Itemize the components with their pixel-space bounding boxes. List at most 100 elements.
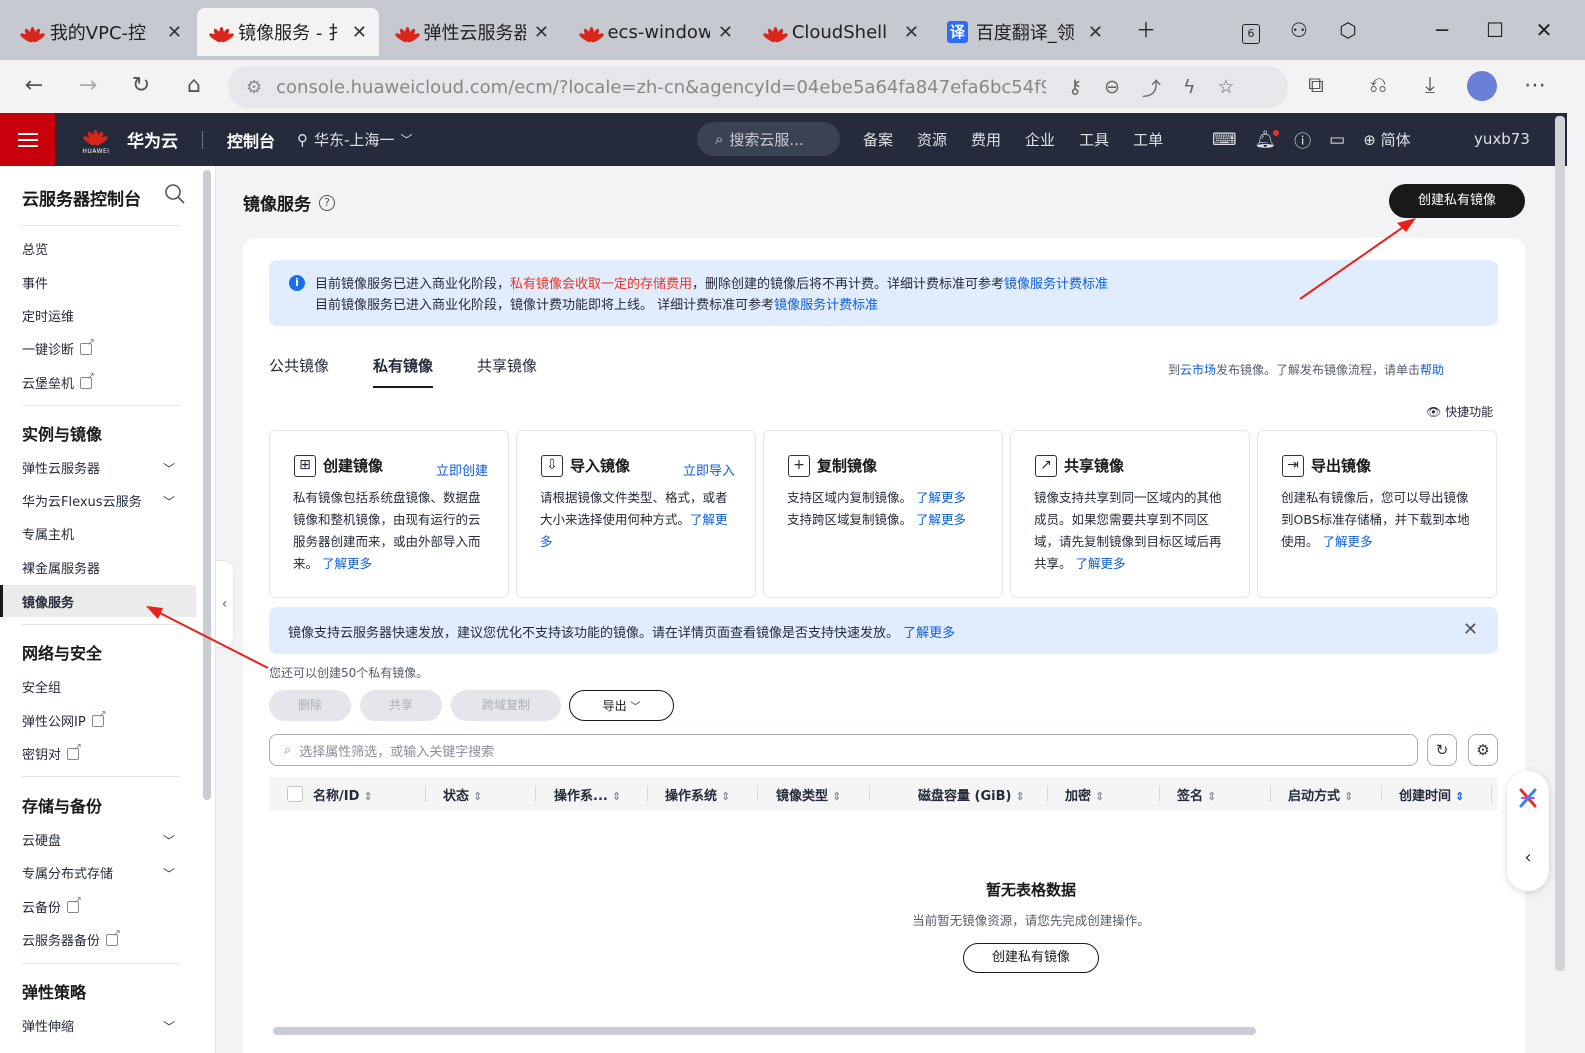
tab-shared-images[interactable]: 共享镜像 — [477, 355, 537, 388]
address-bar[interactable]: ⚙ console.huaweicloud.com/ecm/?locale=zh… — [228, 66, 1288, 108]
sort-icon[interactable]: ⇕ — [1207, 790, 1216, 803]
site-info-icon[interactable]: ⚙ — [246, 77, 262, 98]
column-header[interactable]: 操作系... ⇕ — [554, 785, 621, 804]
sort-icon[interactable]: ⇕ — [612, 790, 621, 803]
lightning-icon[interactable]: ϟ — [1183, 76, 1196, 98]
column-header[interactable]: 状态 ⇕ — [443, 785, 482, 804]
nav-item-beian[interactable]: 备案 — [863, 129, 893, 150]
tab-counter-icon[interactable]: 6 — [1233, 12, 1269, 48]
new-tab-plus-icon[interactable]: ＋ — [1128, 12, 1164, 48]
billing-standard-link[interactable]: 镜像服务计费标准 — [1004, 277, 1108, 292]
sort-icon[interactable]: ⇕ — [363, 790, 372, 803]
column-header[interactable]: 镜像类型 ⇕ — [776, 785, 841, 804]
home-icon[interactable]: ⌂ — [176, 68, 212, 104]
profile-avatar[interactable] — [1464, 68, 1500, 104]
tab-public-images[interactable]: 公共镜像 — [269, 355, 329, 388]
sidebar-item-events[interactable]: 事件 — [22, 273, 48, 292]
select-all-checkbox[interactable] — [287, 786, 303, 802]
help-link[interactable]: 帮助 — [1420, 363, 1444, 377]
column-header[interactable]: 签名 ⇕ — [1177, 785, 1216, 804]
settings-gear-icon[interactable]: ⚙ — [1468, 734, 1498, 766]
sidebar-item-ecs[interactable]: 弹性云服务器 — [22, 458, 100, 477]
close-icon[interactable]: ✕ — [718, 22, 733, 43]
sidebar-item-as[interactable]: 弹性伸缩 — [22, 1016, 74, 1035]
chevron-left-icon[interactable]: ‹ — [1507, 847, 1549, 868]
help-icon[interactable]: ⓘ — [1294, 127, 1311, 152]
sidebar-item-server-backup[interactable]: 云服务器备份 — [22, 928, 121, 950]
horizontal-scrollbar[interactable] — [273, 1027, 1256, 1035]
zoom-icon[interactable]: ⊖ — [1104, 76, 1120, 98]
browser-tab[interactable]: ecs-window ✕ — [567, 8, 745, 56]
region-selector[interactable]: ⚲ 华东-上海一 ﹀ — [297, 129, 412, 150]
close-icon[interactable]: ✕ — [1088, 22, 1103, 43]
sidebar-item-ims[interactable]: 镜像服务 — [22, 592, 74, 611]
quick-functions-toggle[interactable]: 👁︎ 快捷功能 — [1426, 403, 1493, 420]
sidebar-item-eip[interactable]: 弹性公网IP — [22, 709, 107, 731]
import-now-link[interactable]: 立即导入 — [683, 460, 735, 479]
create-private-image-button-empty[interactable]: 创建私有镜像 — [963, 943, 1099, 973]
cross-region-copy-button[interactable]: 跨域复制 — [451, 690, 561, 721]
assistant-logo-icon[interactable] — [1518, 787, 1538, 809]
column-header[interactable]: 创建时间 ⇕ — [1399, 785, 1464, 804]
sidebar-item-bastion[interactable]: 云堡垒机 — [22, 371, 95, 393]
nav-item-tickets[interactable]: 工单 — [1133, 129, 1163, 150]
window-close-icon[interactable]: ✕ — [1526, 12, 1562, 48]
sidebar-item-evs[interactable]: 云硬盘 — [22, 830, 61, 849]
copilot-icon[interactable]: ⚇ — [1281, 12, 1317, 48]
history-icon[interactable]: ⎌ — [1360, 68, 1396, 104]
sidebar-item-overview[interactable]: 总览 — [22, 239, 48, 258]
forward-icon[interactable]: → — [70, 68, 106, 104]
menu-hamburger-icon[interactable] — [0, 113, 55, 166]
sidebar-item-security-group[interactable]: 安全组 — [22, 677, 61, 696]
close-icon[interactable]: ✕ — [352, 22, 367, 43]
learn-more-link[interactable]: 了解更多 — [903, 626, 955, 641]
extensions-icon[interactable]: ⬡ — [1330, 12, 1366, 48]
sort-icon[interactable]: ⇕ — [1095, 790, 1104, 803]
sort-icon[interactable]: ⇕ — [721, 790, 730, 803]
browser-tab[interactable]: CloudShell ✕ — [751, 8, 931, 56]
chevron-down-icon[interactable]: ﹀ — [163, 460, 175, 477]
sidebar-collapse-handle[interactable]: ‹ — [216, 560, 234, 648]
sort-icon[interactable]: ⇕ — [473, 790, 482, 803]
billing-standard-link[interactable]: 镜像服务计费标准 — [774, 298, 878, 313]
browser-tab-active[interactable]: 镜像服务 - 扌 ✕ — [197, 8, 379, 56]
browser-tab[interactable]: 我的VPC-控 ✕ — [8, 8, 194, 56]
minimize-icon[interactable]: ─ — [1424, 12, 1460, 48]
feedback-icon[interactable]: ▭ — [1329, 130, 1345, 150]
learn-more-link[interactable]: 了解更多 — [322, 556, 372, 571]
learn-more-link[interactable]: 了解更多 — [1323, 534, 1373, 549]
column-header[interactable]: 操作系统 ⇕ — [665, 785, 730, 804]
console-link[interactable]: 控制台 — [227, 128, 275, 152]
close-icon[interactable]: ✕ — [167, 22, 182, 43]
column-header[interactable]: 启动方式 ⇕ — [1288, 785, 1353, 804]
page-scrollbar[interactable] — [1555, 116, 1565, 971]
share-button[interactable]: 共享 — [360, 690, 442, 721]
sort-icon[interactable]: ⇕ — [1344, 790, 1353, 803]
user-account[interactable]: yuxb73 — [1474, 113, 1530, 166]
sidebar-scrollbar[interactable] — [203, 170, 211, 800]
sidebar-item-scheduled-ops[interactable]: 定时运维 — [22, 306, 74, 325]
learn-more-link[interactable]: 了解更多 — [916, 512, 966, 527]
close-icon[interactable]: ✕ — [534, 22, 549, 43]
browser-tab[interactable]: 译 百度翻译_领 ✕ — [935, 8, 1115, 56]
nav-item-billing[interactable]: 费用 — [971, 129, 1001, 150]
chevron-down-icon[interactable]: ﹀ — [163, 493, 175, 510]
more-menu-icon[interactable]: ⋯ — [1517, 68, 1553, 104]
create-now-link[interactable]: 立即创建 — [436, 460, 488, 479]
column-header[interactable]: 磁盘容量 (GiB) ⇕ — [918, 785, 1025, 804]
chevron-down-icon[interactable]: ﹀ — [163, 832, 175, 849]
sort-icon[interactable]: ⇕ — [832, 790, 841, 803]
export-dropdown-button[interactable]: 导出 ﹀ — [569, 690, 674, 721]
chevron-down-icon[interactable]: ﹀ — [163, 1018, 175, 1035]
nav-item-enterprise[interactable]: 企业 — [1025, 129, 1055, 150]
downloads-icon[interactable]: ⤓ — [1412, 68, 1448, 104]
sidebar-item-flexus[interactable]: 华为云Flexus云服务 — [22, 491, 142, 510]
sidebar-item-bms[interactable]: 裸金属服务器 — [22, 558, 100, 577]
search-icon[interactable] — [164, 183, 186, 205]
key-icon[interactable]: ⚷ — [1068, 76, 1082, 98]
close-icon[interactable]: ✕ — [904, 22, 919, 43]
learn-more-link[interactable]: 了解更多 — [916, 490, 966, 505]
extensions-puzzle-icon[interactable]: ⧉ — [1298, 68, 1334, 104]
browser-tab[interactable]: 弹性云服务器 ✕ — [383, 8, 561, 56]
nav-item-resources[interactable]: 资源 — [917, 129, 947, 150]
